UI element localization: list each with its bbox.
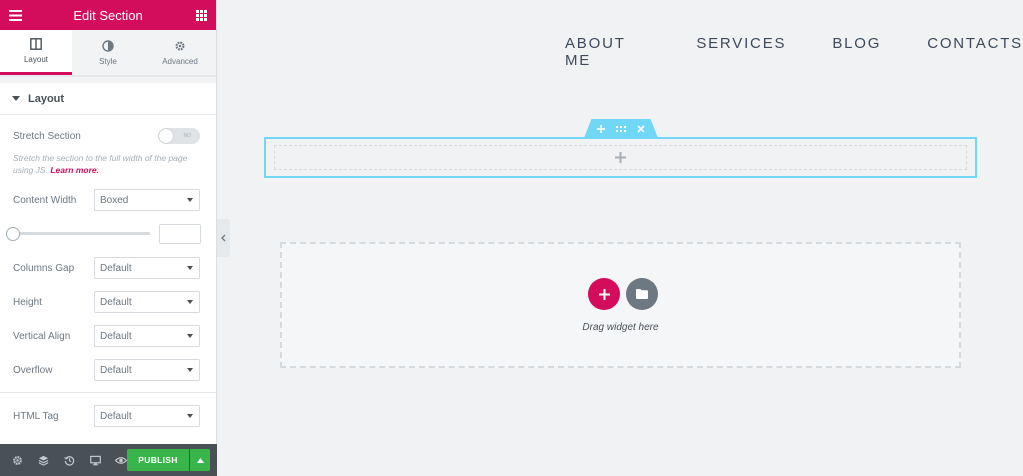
- html-tag-label: HTML Tag: [13, 410, 59, 422]
- add-section-icon[interactable]: [597, 124, 605, 133]
- columns-gap-label: Columns Gap: [13, 262, 75, 274]
- tab-layout[interactable]: Layout: [0, 30, 72, 75]
- nav-item-services[interactable]: SERVICES: [696, 35, 786, 69]
- drag-handle-icon[interactable]: [616, 125, 626, 132]
- overflow-row: Overflow Default: [13, 359, 200, 381]
- section-toggle-layout[interactable]: Layout: [0, 83, 216, 115]
- nav-item-contacts[interactable]: CONTACTS: [927, 35, 1023, 69]
- widgets-grid-icon[interactable]: [194, 8, 208, 22]
- delete-section-icon[interactable]: [637, 124, 645, 133]
- columns-gap-value: Default: [100, 262, 132, 274]
- panel-footer: PUBLISH: [0, 444, 217, 476]
- drop-zone-hint: Drag widget here: [582, 322, 659, 333]
- chevron-down-icon: [187, 368, 193, 372]
- publish-button[interactable]: PUBLISH: [127, 449, 189, 471]
- chevron-down-icon: [187, 334, 193, 338]
- section-handle: [584, 119, 658, 138]
- responsive-desktop-icon[interactable]: [82, 444, 108, 476]
- width-slider-handle[interactable]: [6, 227, 20, 241]
- layout-icon: [30, 38, 42, 50]
- stretch-section-row: Stretch Section NO: [13, 128, 200, 144]
- height-select[interactable]: Default: [94, 291, 200, 313]
- gear-icon: [175, 40, 185, 51]
- width-slider-track[interactable]: [13, 232, 150, 235]
- overflow-value: Default: [100, 364, 132, 376]
- selected-section[interactable]: [264, 137, 977, 178]
- caret-down-icon: [12, 96, 20, 101]
- add-template-button[interactable]: [626, 278, 658, 310]
- panel-title: Edit Section: [73, 7, 143, 23]
- tab-layout-label: Layout: [23, 55, 49, 64]
- chevron-down-icon: [187, 266, 193, 270]
- learn-more-link[interactable]: Learn more.: [50, 165, 99, 175]
- tab-style[interactable]: Style: [72, 30, 144, 75]
- html-tag-value: Default: [100, 410, 132, 422]
- overflow-label: Overflow: [13, 364, 53, 376]
- panel-tabs: Layout Style Advanced: [0, 30, 216, 76]
- history-icon[interactable]: [56, 444, 82, 476]
- empty-column[interactable]: [274, 145, 967, 170]
- chevron-down-icon: [187, 198, 193, 202]
- nav-item-about-me[interactable]: ABOUT ME: [565, 35, 650, 69]
- chevron-left-icon: [221, 234, 226, 242]
- site-nav: ABOUT ME SERVICES BLOG CONTACTS: [565, 35, 1023, 69]
- tab-advanced[interactable]: Advanced: [144, 30, 216, 75]
- publish-options-button[interactable]: [190, 449, 210, 471]
- add-widget-plus-icon[interactable]: [615, 152, 626, 163]
- panel-separator: [0, 76, 216, 83]
- caret-up-icon: [196, 457, 204, 463]
- stretch-description-text: Stretch the section to the full width of…: [13, 153, 188, 175]
- html-tag-row: HTML Tag Default: [13, 405, 200, 427]
- plus-icon: [598, 288, 610, 300]
- toggle-text: NO: [183, 133, 192, 139]
- columns-gap-row: Columns Gap Default: [13, 257, 200, 279]
- vertical-align-select[interactable]: Default: [94, 325, 200, 347]
- width-number-input[interactable]: [159, 224, 201, 244]
- folder-icon: [636, 289, 648, 299]
- tab-advanced-label: Advanced: [162, 56, 198, 66]
- height-row: Height Default: [13, 291, 200, 313]
- chevron-down-icon: [187, 300, 193, 304]
- content-width-label: Content Width: [13, 194, 77, 206]
- height-label: Height: [13, 296, 42, 308]
- panel-header: Edit Section: [0, 0, 216, 30]
- settings-gear-icon[interactable]: [4, 444, 30, 476]
- content-width-value: Boxed: [100, 194, 129, 206]
- panel-collapse-toggle[interactable]: [217, 219, 230, 257]
- chevron-down-icon: [187, 414, 193, 418]
- tab-style-label: Style: [99, 56, 117, 66]
- height-value: Default: [100, 296, 132, 308]
- overflow-select[interactable]: Default: [94, 359, 200, 381]
- html-tag-select[interactable]: Default: [94, 405, 200, 427]
- divider: [0, 392, 216, 393]
- content-width-row: Content Width Boxed: [13, 189, 200, 211]
- toggle-knob: [159, 129, 173, 143]
- nav-item-blog[interactable]: BLOG: [832, 35, 881, 69]
- vertical-align-value: Default: [100, 330, 132, 342]
- content-width-select[interactable]: Boxed: [94, 189, 200, 211]
- vertical-align-label: Vertical Align: [13, 330, 71, 342]
- editor-panel: Edit Section Layout Style Advanced Layou…: [0, 0, 217, 476]
- half-circle-icon: [102, 39, 114, 52]
- hamburger-menu-icon[interactable]: [8, 8, 22, 22]
- columns-gap-select[interactable]: Default: [94, 257, 200, 279]
- stretch-section-toggle[interactable]: NO: [158, 128, 200, 144]
- widget-drop-zone[interactable]: Drag widget here: [280, 242, 961, 368]
- vertical-align-row: Vertical Align Default: [13, 325, 200, 347]
- stretch-section-label: Stretch Section: [13, 130, 81, 142]
- navigator-layers-icon[interactable]: [30, 444, 56, 476]
- add-new-section-button[interactable]: [588, 278, 620, 310]
- section-title: Layout: [28, 92, 65, 105]
- stretch-description: Stretch the section to the full width of…: [13, 152, 203, 176]
